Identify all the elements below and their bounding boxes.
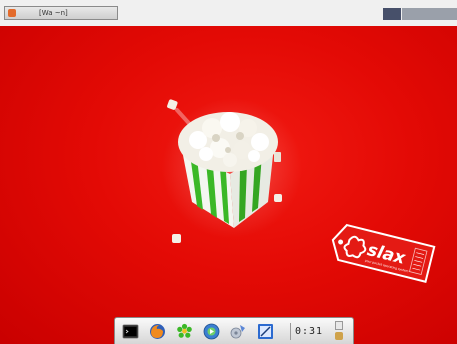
popcorn-box-icon — [162, 98, 302, 243]
tray-clipboard-icon[interactable] — [335, 321, 343, 330]
tray-volume-icon[interactable] — [335, 332, 343, 340]
icq-icon[interactable] — [176, 323, 193, 340]
bottom-taskbar: 0:31 — [114, 317, 354, 344]
desktop[interactable]: [Wa ~n] slax your pocket operating syste… — [0, 0, 457, 344]
top-panel: [Wa ~n] — [0, 0, 457, 26]
text-editor-icon[interactable] — [257, 323, 274, 340]
media-player-icon[interactable] — [203, 323, 220, 340]
kde-settings-icon[interactable] — [230, 323, 247, 340]
pager-workspace-2[interactable] — [402, 8, 457, 20]
clock[interactable]: 0:31 — [295, 323, 323, 340]
taskbar-window-button[interactable]: [Wa ~n] — [4, 6, 118, 20]
pager-workspace-1[interactable] — [383, 8, 401, 20]
slax-logo-tag: slax your pocket operating system — [331, 223, 436, 283]
firefox-icon[interactable] — [149, 323, 166, 340]
terminal-icon[interactable] — [122, 323, 139, 340]
window-app-icon — [8, 9, 16, 17]
taskbar-window-label: [Wa ~n] — [39, 9, 68, 17]
dock-separator — [290, 323, 291, 340]
